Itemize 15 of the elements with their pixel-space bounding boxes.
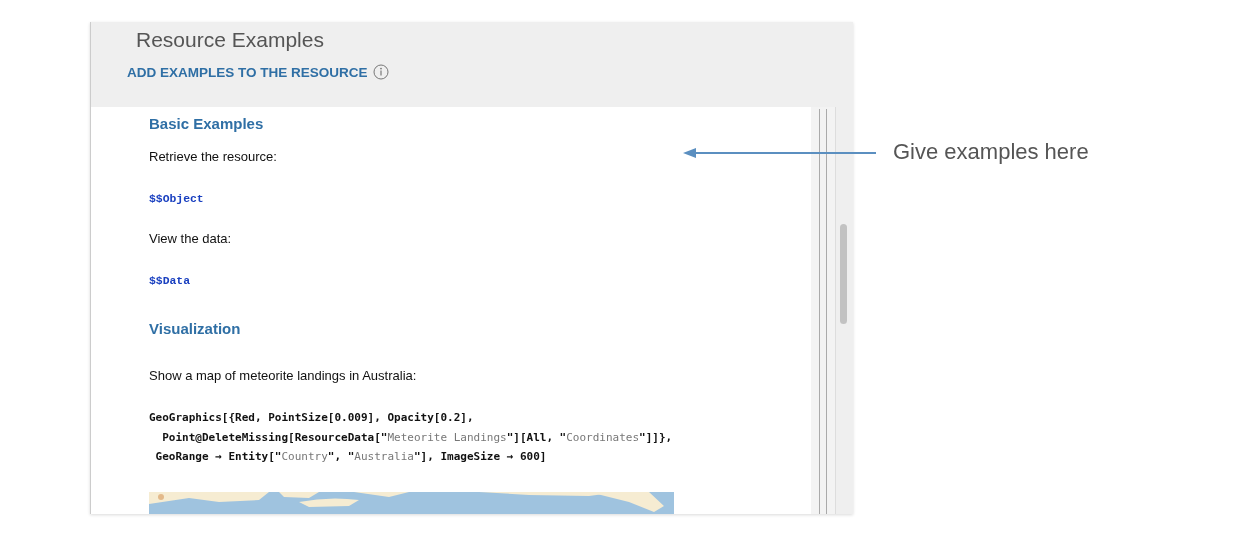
- code-input[interactable]: $$Object: [149, 192, 811, 206]
- code-line: GeoRange → Entity["Country", "Australia"], ImageSize → 600]: [154, 449, 548, 465]
- section-heading: Visualization: [149, 320, 242, 338]
- scrollbar-thumb[interactable]: [840, 224, 847, 324]
- add-examples-link[interactable]: ADD EXAMPLES TO THE RESOURCE: [127, 64, 368, 80]
- description-text: Retrieve the resource:: [149, 149, 277, 165]
- code-line: GeoGraphics[{Red, PointSize[0.009], Opacity[0.2],: [149, 410, 475, 426]
- code-line: Point@DeleteMissing[ResourceData["Meteorite Landings"][All, "Coordinates"]]},: [161, 429, 674, 446]
- annotation-text: Give examples here: [893, 139, 1089, 165]
- info-icon[interactable]: [372, 64, 389, 80]
- section-heading: Basic Examples: [149, 115, 265, 133]
- code-input[interactable]: $$Data: [149, 274, 811, 288]
- description-text: Show a map of meteorite landings in Australia:: [149, 368, 417, 384]
- panel-title: Resource Examples: [136, 27, 325, 53]
- description-text: View the data:: [149, 231, 232, 247]
